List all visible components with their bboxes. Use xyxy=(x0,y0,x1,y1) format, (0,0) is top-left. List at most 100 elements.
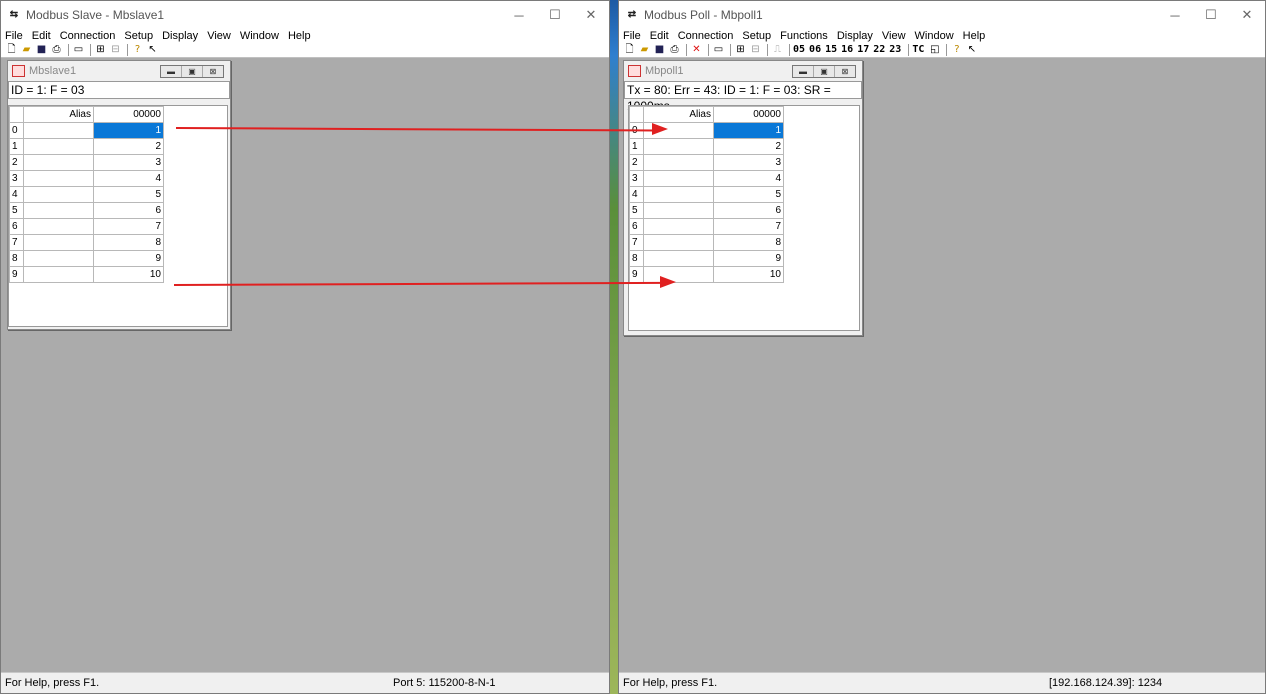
alias-cell[interactable] xyxy=(23,202,94,219)
child-close-button[interactable]: ⊠ xyxy=(202,65,223,77)
about-icon[interactable]: ? xyxy=(131,44,144,56)
value-cell[interactable]: 10 xyxy=(93,266,164,283)
menu-setup[interactable]: Setup xyxy=(742,30,771,42)
menu-window[interactable]: Window xyxy=(240,30,279,42)
menu-help[interactable]: Help xyxy=(963,30,986,42)
value-cell[interactable]: 3 xyxy=(93,154,164,171)
value-cell[interactable]: 3 xyxy=(713,154,784,171)
alias-cell[interactable] xyxy=(23,218,94,235)
save-icon[interactable]: ■ xyxy=(35,44,48,56)
print-icon[interactable]: ⎙ xyxy=(668,44,681,56)
mbslave1-titlebar[interactable]: Mbslave1 ▬ ▣ ⊠ xyxy=(8,61,230,81)
disconnect-icon[interactable]: ⊟ xyxy=(749,44,762,56)
value-cell[interactable]: 7 xyxy=(713,218,784,235)
close-button[interactable]: ✕ xyxy=(1229,7,1265,23)
alias-cell[interactable] xyxy=(23,154,94,171)
value-cell[interactable]: 9 xyxy=(93,250,164,267)
menu-display[interactable]: Display xyxy=(837,30,873,42)
menu-file[interactable]: File xyxy=(5,30,23,42)
function-15-button[interactable]: 15 xyxy=(825,44,837,55)
value-cell[interactable]: 8 xyxy=(713,234,784,251)
alias-cell[interactable] xyxy=(643,186,714,203)
maximize-button[interactable]: ☐ xyxy=(1193,7,1229,23)
pulse-icon[interactable]: ⎍ xyxy=(771,44,784,56)
menu-file[interactable]: File xyxy=(623,30,641,42)
slave-titlebar[interactable]: ⇆ Modbus Slave - Mbslave1 ─ ☐ ✕ xyxy=(1,1,609,29)
alias-cell[interactable] xyxy=(23,170,94,187)
value-cell[interactable]: 4 xyxy=(713,170,784,187)
value-cell[interactable]: 4 xyxy=(93,170,164,187)
alias-cell[interactable] xyxy=(643,266,714,283)
menu-help[interactable]: Help xyxy=(288,30,311,42)
window-icon[interactable]: ▭ xyxy=(712,44,725,56)
context-help-icon[interactable]: ↖ xyxy=(146,44,159,56)
connect-icon[interactable]: ⊞ xyxy=(734,44,747,56)
value-cell[interactable]: 6 xyxy=(713,202,784,219)
value-cell[interactable]: 8 xyxy=(93,234,164,251)
print-icon[interactable]: ⎙ xyxy=(50,44,63,56)
disconnect-icon[interactable]: ⊟ xyxy=(109,44,122,56)
alias-cell[interactable] xyxy=(643,170,714,187)
value-cell[interactable]: 5 xyxy=(93,186,164,203)
menu-connection[interactable]: Connection xyxy=(60,30,116,42)
menu-connection[interactable]: Connection xyxy=(678,30,734,42)
value-cell[interactable]: 6 xyxy=(93,202,164,219)
function-23-button[interactable]: 23 xyxy=(889,44,901,55)
value-cell[interactable]: 9 xyxy=(713,250,784,267)
value-cell[interactable]: 1 xyxy=(93,122,164,139)
alias-cell[interactable] xyxy=(23,122,94,139)
alias-cell[interactable] xyxy=(643,250,714,267)
alias-cell[interactable] xyxy=(643,154,714,171)
mbpoll1-titlebar[interactable]: Mbpoll1 ▬ ▣ ⊠ xyxy=(624,61,862,81)
connect-icon[interactable]: ⊞ xyxy=(94,44,107,56)
child-restore-button[interactable]: ▣ xyxy=(813,65,834,77)
function-05-button[interactable]: 05 xyxy=(793,44,805,55)
save-icon[interactable]: ■ xyxy=(653,44,666,56)
value-cell[interactable]: 5 xyxy=(713,186,784,203)
value-cell[interactable]: 10 xyxy=(713,266,784,283)
maximize-button[interactable]: ☐ xyxy=(537,7,573,23)
menu-view[interactable]: View xyxy=(882,30,906,42)
menu-functions[interactable]: Functions xyxy=(780,30,828,42)
child-minimize-button[interactable]: ▬ xyxy=(161,65,181,77)
alias-cell[interactable] xyxy=(643,138,714,155)
alias-cell[interactable] xyxy=(643,202,714,219)
menu-view[interactable]: View xyxy=(207,30,231,42)
window-icon[interactable]: ▭ xyxy=(72,44,85,56)
alias-cell[interactable] xyxy=(23,186,94,203)
minimize-button[interactable]: ─ xyxy=(501,8,537,23)
value-cell[interactable]: 1 xyxy=(713,122,784,139)
alias-cell[interactable] xyxy=(23,138,94,155)
alias-cell[interactable] xyxy=(23,234,94,251)
value-cell[interactable]: 7 xyxy=(93,218,164,235)
alias-cell[interactable] xyxy=(643,218,714,235)
function-17-button[interactable]: 17 xyxy=(857,44,869,55)
menu-window[interactable]: Window xyxy=(915,30,954,42)
value-cell[interactable]: 2 xyxy=(713,138,784,155)
delete-icon[interactable]: ✕ xyxy=(690,44,703,56)
child-close-button[interactable]: ⊠ xyxy=(834,65,855,77)
open-folder-icon[interactable]: ▰ xyxy=(638,44,651,56)
about-icon[interactable]: ? xyxy=(950,44,963,56)
close-button[interactable]: ✕ xyxy=(573,7,609,23)
new-file-icon[interactable]: 🗋 xyxy=(623,44,636,56)
alias-cell[interactable] xyxy=(23,250,94,267)
child-minimize-button[interactable]: ▬ xyxy=(793,65,813,77)
menu-edit[interactable]: Edit xyxy=(32,30,51,42)
open-folder-icon[interactable]: ▰ xyxy=(20,44,33,56)
alias-cell[interactable] xyxy=(643,234,714,251)
function-06-button[interactable]: 06 xyxy=(809,44,821,55)
function-22-button[interactable]: 22 xyxy=(873,44,885,55)
alias-cell[interactable] xyxy=(23,266,94,283)
menu-setup[interactable]: Setup xyxy=(124,30,153,42)
tc-button[interactable]: TC xyxy=(912,44,924,55)
poll-titlebar[interactable]: ⇄ Modbus Poll - Mbpoll1 ─ ☐ ✕ xyxy=(619,1,1265,29)
child-restore-button[interactable]: ▣ xyxy=(181,65,202,77)
minimize-button[interactable]: ─ xyxy=(1157,8,1193,23)
context-help-icon[interactable]: ↖ xyxy=(965,44,978,56)
menu-display[interactable]: Display xyxy=(162,30,198,42)
function-16-button[interactable]: 16 xyxy=(841,44,853,55)
new-file-icon[interactable]: 🗋 xyxy=(5,44,18,56)
chart-icon[interactable]: ◱ xyxy=(928,44,941,56)
menu-edit[interactable]: Edit xyxy=(650,30,669,42)
